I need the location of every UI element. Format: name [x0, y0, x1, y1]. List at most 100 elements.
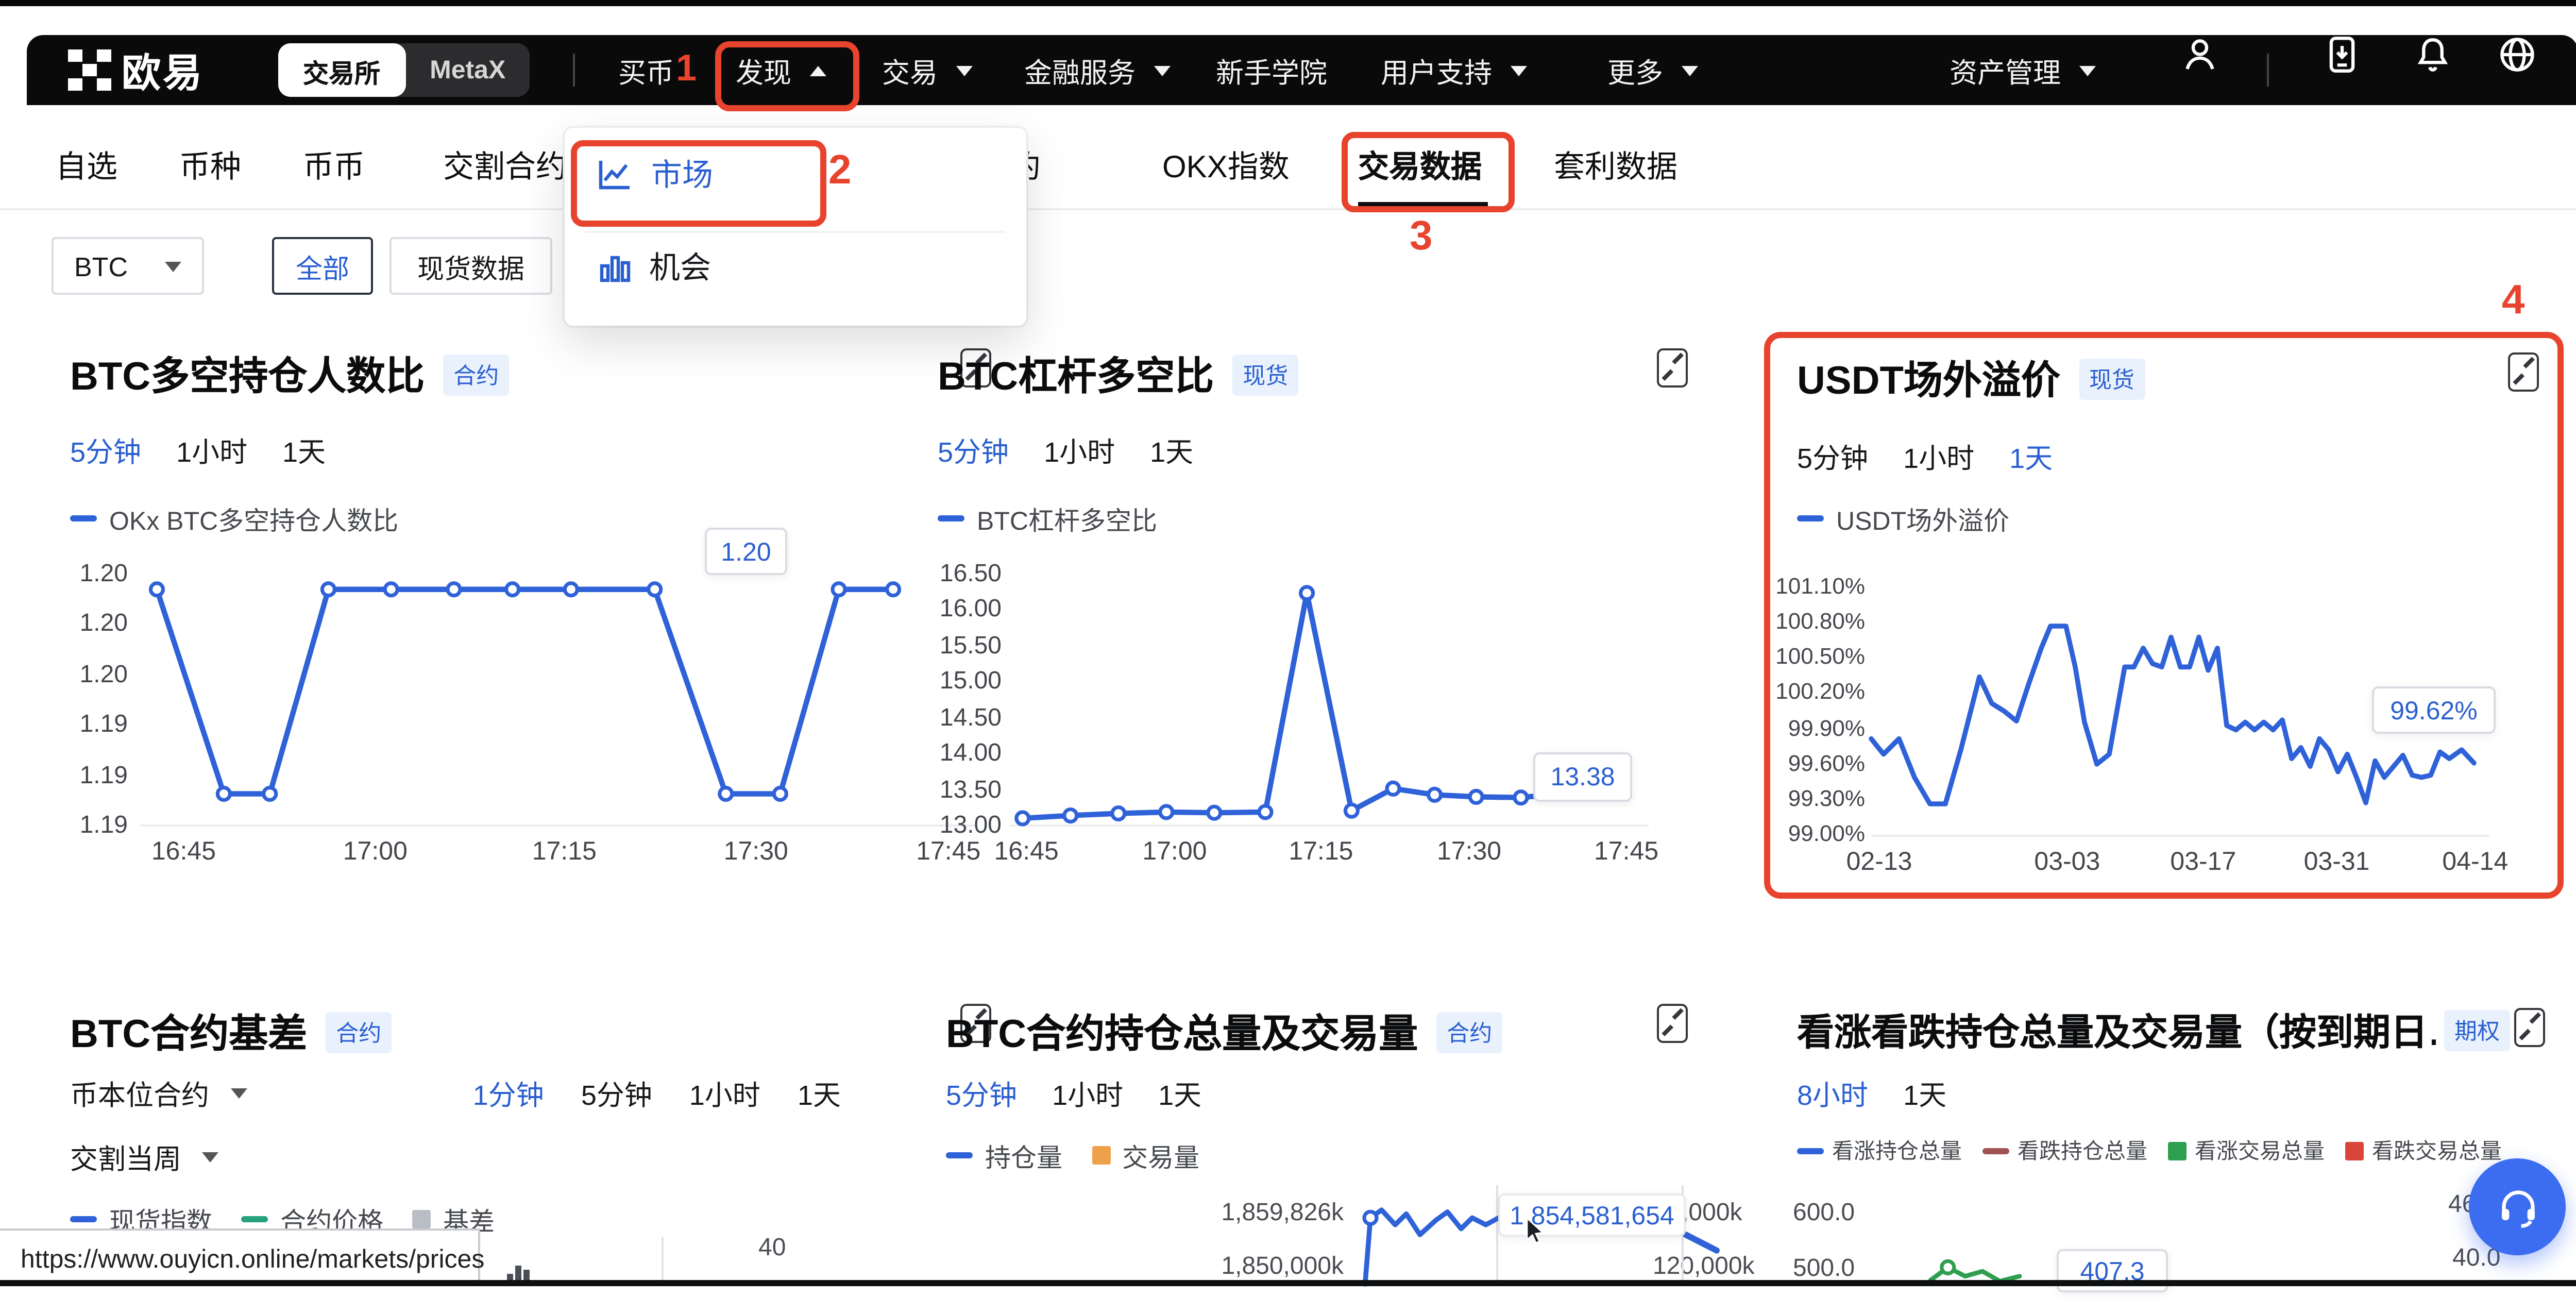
chart-legend: 持仓量 交易量 — [946, 1136, 1199, 1175]
mode-metax[interactable]: MetaX — [405, 56, 530, 85]
card-call-put-open-interest-volume: 看涨看跌持仓总量及交易量（按到期日… 期权 8小时 1天 看涨持仓总量 看跌持仓… — [1764, 989, 2568, 1284]
card-btc-open-interest-volume: BTC合约持仓总量及交易量 合约 5分钟 1小时 1天 持仓量 交易量 1,85… — [923, 989, 1727, 1284]
y-tick: 1.20 — [80, 559, 128, 587]
card-btc-long-short-person-ratio: BTC多空持仓人数比 合约 5分钟 1小时 1天 OKx BTC多空持仓人数比 … — [66, 330, 993, 928]
tab-delivery-futures[interactable]: 交割合约 — [443, 144, 567, 188]
card-title: 看涨看跌持仓总量及交易量（按到期日… — [1797, 1004, 2436, 1057]
user-icon[interactable] — [2180, 35, 2219, 74]
x-tick: 17:45 — [1594, 837, 1658, 866]
tf-1h[interactable]: 1小时 — [1044, 429, 1115, 470]
margin-type-select[interactable]: 币本位合约 — [70, 1072, 246, 1113]
y-tick: 101.10% — [1775, 575, 1865, 600]
mode-toggle[interactable]: 交易所 MetaX — [278, 43, 530, 97]
tf-5min[interactable]: 5分钟 — [70, 429, 141, 470]
x-tick: 17:00 — [343, 837, 408, 866]
chevron-down-icon — [956, 65, 973, 75]
bars-icon — [600, 251, 631, 282]
tf-8h[interactable]: 8小时 — [1797, 1072, 1868, 1113]
y-tick: 16.50 — [940, 559, 1002, 587]
filter-all-button[interactable]: 全部 — [272, 237, 373, 295]
tf-5min[interactable]: 5分钟 — [581, 1072, 652, 1113]
nav-item-trade[interactable]: 交易 — [882, 35, 973, 105]
chevron-down-icon — [1511, 65, 1527, 75]
mode-exchange[interactable]: 交易所 — [278, 43, 405, 97]
delivery-week-select[interactable]: 交割当周 — [70, 1136, 218, 1177]
tab-okx-index[interactable]: OKX指数 — [1162, 144, 1290, 188]
tf-1d[interactable]: 1天 — [1150, 429, 1193, 470]
line-chart-call-volume-fragment[interactable] — [1908, 1185, 2032, 1284]
dropdown-separator — [585, 231, 1006, 233]
chart-legend: OKx BTC多空持仓人数比 — [70, 499, 398, 538]
spot-badge: 现货 — [1232, 354, 1298, 395]
contract-badge: 合约 — [443, 354, 509, 395]
y-tick: 13.50 — [940, 774, 1002, 803]
timeframe-switch: 1分钟 5分钟 1小时 1天 — [437, 1072, 841, 1113]
tf-1d[interactable]: 1天 — [798, 1072, 841, 1113]
chevron-down-icon — [202, 1151, 218, 1162]
okx-logo[interactable]: 欧易 — [68, 35, 204, 105]
tab-favorites[interactable]: 自选 — [56, 144, 117, 188]
tf-5min[interactable]: 5分钟 — [938, 429, 1009, 470]
nav-item-support[interactable]: 用户支持 — [1381, 35, 1527, 105]
window-top-edge — [0, 0, 2576, 6]
tf-1min[interactable]: 1分钟 — [473, 1072, 544, 1113]
chart-legend: USDT场外溢价 — [1797, 499, 2009, 538]
nav-item-assets[interactable]: 资产管理 — [1950, 35, 2096, 105]
expand-icon[interactable] — [1657, 1004, 1688, 1043]
x-tick: 03-03 — [2034, 847, 2100, 876]
y-tick: 1.19 — [80, 710, 128, 738]
expand-icon[interactable] — [2514, 1008, 2545, 1047]
logo-text: 欧易 — [122, 42, 204, 98]
language-globe-icon[interactable] — [2498, 35, 2537, 74]
tf-5min[interactable]: 5分钟 — [946, 1072, 1017, 1113]
nav-item-buy-crypto[interactable]: 买币 — [618, 35, 674, 105]
coin-select[interactable]: BTC — [52, 237, 204, 295]
y-tick: 13.00 — [940, 810, 1002, 839]
tf-1d[interactable]: 1天 — [1903, 1072, 1946, 1113]
notifications-bell-icon[interactable] — [2413, 35, 2452, 74]
y-axis-labels: 16.5016.0015.5015.0014.5014.0013.5013.00 — [923, 573, 1002, 824]
card-btc-margin-long-short-ratio: BTC杠杆多空比 现货 5分钟 1小时 1天 BTC杠杆多空比 16.5016.… — [923, 330, 1727, 928]
download-app-icon[interactable] — [2323, 35, 2362, 74]
chart-legend: BTC杠杆多空比 — [938, 499, 1157, 538]
annotation-step-2: 2 — [828, 148, 852, 196]
x-tick: 17:15 — [1289, 837, 1353, 866]
expand-icon[interactable] — [1657, 348, 1688, 388]
line-chart-long-short-ratio[interactable]: 16:4517:0017:1517:3017:45 — [140, 573, 977, 827]
tab-arbitrage-data[interactable]: 套利数据 — [1554, 144, 1677, 188]
nav-item-more[interactable]: 更多 — [1607, 35, 1698, 105]
tf-1d[interactable]: 1天 — [2009, 435, 2053, 476]
tf-1h[interactable]: 1小时 — [1903, 435, 1974, 476]
chart-tooltip: 13.38 — [1533, 752, 1632, 802]
tf-1h[interactable]: 1小时 — [689, 1072, 760, 1113]
chevron-down-icon — [165, 261, 181, 271]
tf-1h[interactable]: 1小时 — [1052, 1072, 1123, 1113]
timeframe-switch: 8小时 1天 — [1797, 1072, 1946, 1113]
tf-1h[interactable]: 1小时 — [176, 429, 247, 470]
y-tick: 100.20% — [1775, 681, 1865, 706]
nav-item-financial-services[interactable]: 金融服务 — [1024, 35, 1171, 105]
tf-1d[interactable]: 1天 — [282, 429, 326, 470]
customer-support-button[interactable] — [2469, 1158, 2566, 1255]
dropdown-item-opportunities[interactable]: 机会 — [600, 245, 711, 289]
tab-spot[interactable]: 币币 — [303, 144, 365, 188]
nav-item-academy[interactable]: 新手学院 — [1216, 35, 1327, 105]
tabs-divider — [0, 208, 2576, 210]
filter-spot-data-button[interactable]: 现货数据 — [389, 237, 552, 295]
timeframe-switch: 5分钟 1小时 1天 — [946, 1072, 1201, 1113]
contract-badge: 合约 — [1436, 1011, 1502, 1052]
y-tick: 99.60% — [1788, 752, 1865, 777]
timeframe-switch: 5分钟 1小时 1天 — [70, 429, 326, 470]
expand-icon[interactable] — [2508, 352, 2539, 392]
nav-divider — [2267, 54, 2269, 87]
x-tick: 03-17 — [2170, 847, 2236, 876]
chevron-down-icon — [2079, 65, 2096, 75]
tab-coins[interactable]: 币种 — [179, 144, 241, 188]
y-tick: 1.19 — [80, 760, 128, 788]
y-tick: 15.00 — [940, 666, 1002, 695]
tf-1d[interactable]: 1天 — [1158, 1072, 1201, 1113]
timeframe-switch: 5分钟 1小时 1天 — [938, 429, 1193, 470]
tf-5min[interactable]: 5分钟 — [1797, 435, 1868, 476]
y-tick: 1.20 — [80, 609, 128, 638]
chart-tooltip: 99.62% — [2372, 686, 2496, 734]
